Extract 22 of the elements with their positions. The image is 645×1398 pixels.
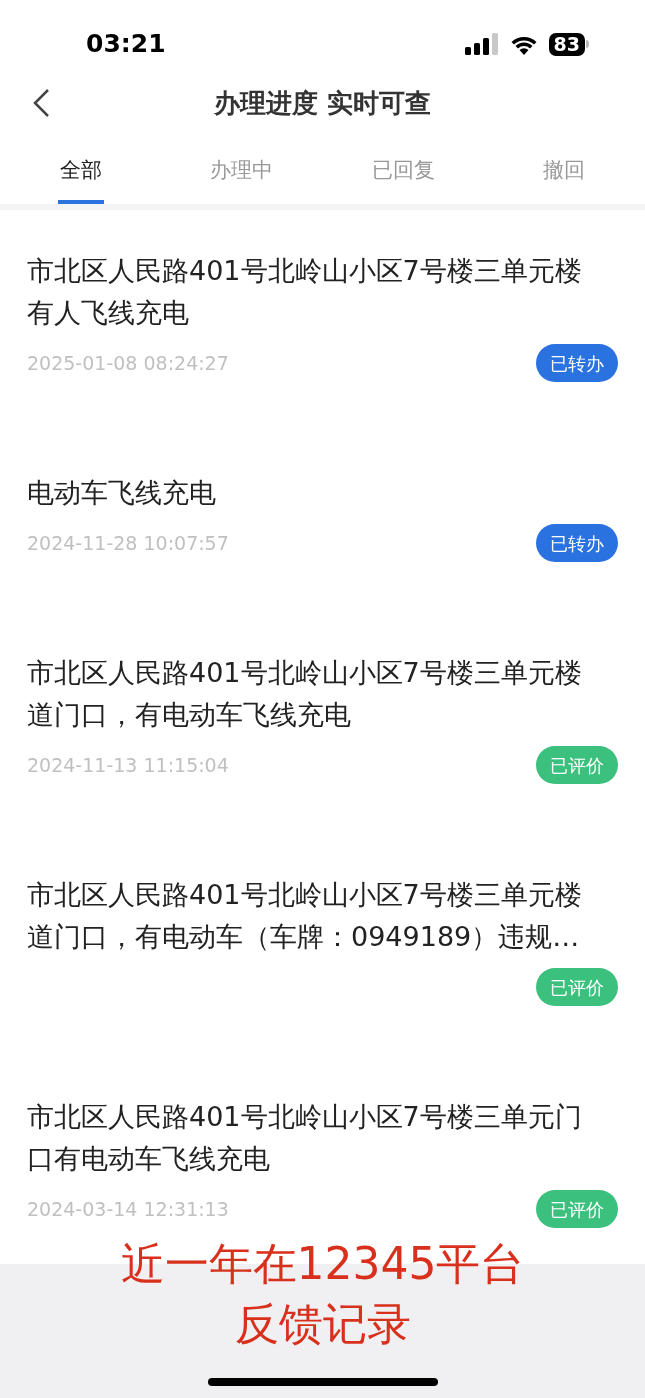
record-title[interactable]: 市北区人民路401号北岭山小区7号楼三单元门口有电动车飞线充电 xyxy=(27,1096,607,1180)
caption-text: 反馈记录 xyxy=(234,1298,411,1350)
record-title[interactable]: 电动车飞线充电 xyxy=(27,472,607,514)
record-title[interactable]: 市北区人民路401号北岭山小区7号楼三单元楼道门口，有电动车（车牌：0949189）违规… xyxy=(27,874,607,958)
page-title: 办理进度 实时可查 xyxy=(213,86,432,120)
signal-icon xyxy=(464,33,499,55)
record-title[interactable]: 市北区人民路401号北岭山小区7号楼三单元楼道门口，有电动车飞线充电 xyxy=(27,652,607,736)
caption-text: 近一年在12345平台 xyxy=(120,1238,525,1290)
battery-indicator: 83 xyxy=(548,32,585,56)
status-badge: 已评价 xyxy=(536,746,618,784)
record-date: 2024-11-28 10:07:57 xyxy=(27,530,229,556)
status-badge: 已评价 xyxy=(536,968,618,1006)
tab[interactable]: 全部 xyxy=(57,142,104,204)
status-badge: 已转办 xyxy=(536,344,618,382)
record-date: 2024-03-14 12:31:13 xyxy=(27,1196,229,1222)
status-badge: 已转办 xyxy=(536,524,618,562)
record-date: 2024-11-13 11:15:04 xyxy=(27,752,229,778)
status-badge: 已评价 xyxy=(536,1190,618,1228)
status-time: 03:21 xyxy=(86,28,166,61)
record-title[interactable]: 市北区人民路401号北岭山小区7号楼三单元楼有人飞线充电 xyxy=(27,250,607,334)
back-icon xyxy=(32,88,50,118)
record-date: 2025-01-08 08:24:27 xyxy=(27,350,229,376)
